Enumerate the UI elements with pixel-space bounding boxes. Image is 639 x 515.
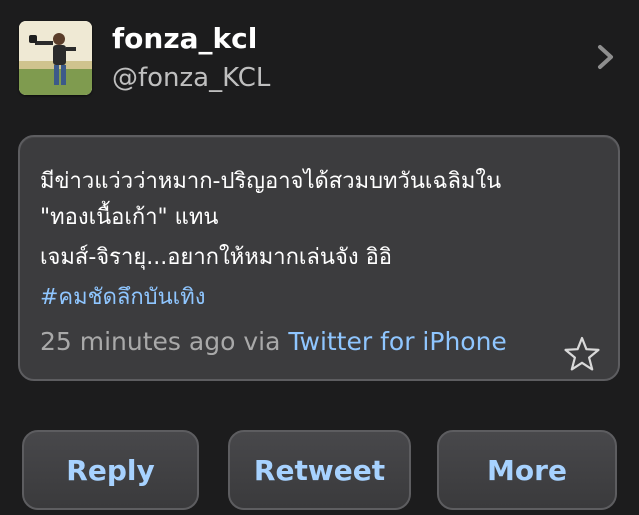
tweet-meta: 25 minutes ago via Twitter for iPhone bbox=[40, 327, 507, 357]
tweet-text-line: "ทองเนื้อเก้า" แทน bbox=[40, 205, 219, 230]
tweet-timestamp: 25 minutes ago bbox=[40, 327, 236, 356]
hashtag-link[interactable]: #คมชัดลึกบันเทิง bbox=[40, 285, 205, 311]
profile-header[interactable]: fonza_kcl @fonza_KCL bbox=[0, 0, 639, 120]
avatar[interactable] bbox=[19, 21, 92, 95]
reply-button[interactable]: Reply bbox=[22, 430, 199, 510]
username-handle: @fonza_KCL bbox=[112, 63, 271, 93]
retweet-button[interactable]: Retweet bbox=[228, 430, 411, 510]
star-icon[interactable] bbox=[563, 335, 601, 373]
avatar-photo bbox=[19, 21, 92, 95]
via-label: via bbox=[243, 327, 281, 356]
tweet-text-line: มีข่าวแว่วว่าหมาก-ปริญอาจได้สวมบทวันเฉลิ… bbox=[40, 169, 502, 194]
display-name: fonza_kcl bbox=[112, 22, 258, 55]
more-button[interactable]: More bbox=[437, 430, 617, 510]
via-app-link[interactable]: Twitter for iPhone bbox=[288, 327, 506, 356]
chevron-right-icon[interactable] bbox=[596, 44, 616, 70]
tweet-card: มีข่าวแว่วว่าหมาก-ปริญอาจได้สวมบทวันเฉลิ… bbox=[18, 135, 620, 381]
tweet-text-line: เจมส์-จิรายุ...อยากให้หมากเล่นจัง อิอิ bbox=[40, 245, 392, 270]
